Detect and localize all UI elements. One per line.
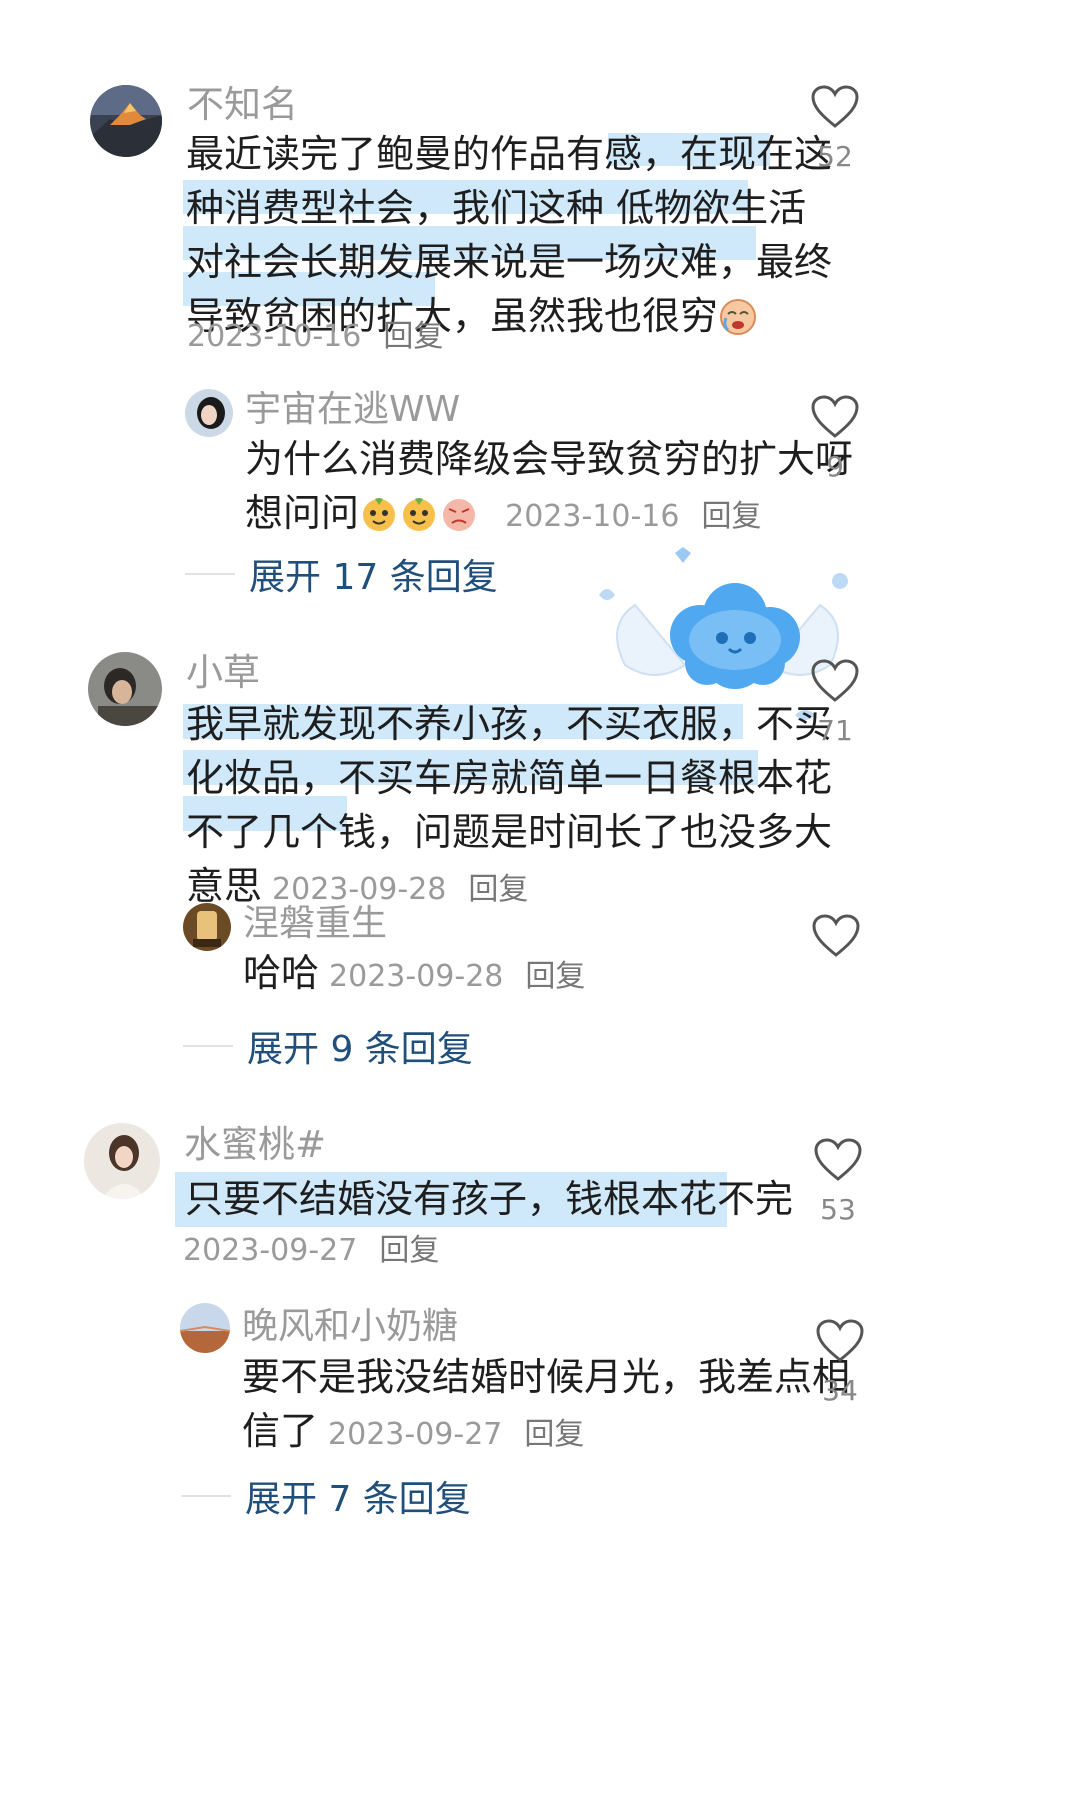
heart-icon	[812, 914, 860, 957]
like-button[interactable]: 71	[805, 658, 865, 747]
comment-meta: 2023-10-16 回复	[187, 322, 443, 352]
mountain-sunset-avatar	[90, 85, 162, 157]
avatar[interactable]	[183, 903, 231, 951]
reply-button[interactable]: 回复	[468, 872, 528, 907]
reply-button[interactable]: 回复	[524, 1417, 584, 1452]
heart-icon	[814, 1138, 862, 1181]
reply-username[interactable]: 晚风和小奶糖	[242, 1309, 458, 1345]
heart-icon	[816, 1319, 864, 1362]
comment-text: 最近读完了鲍曼的作品有感，在现在这 种消费型社会，我们这种 低物欲生活 对社会长…	[186, 132, 833, 338]
reply-username[interactable]: 宇宙在逃WW	[245, 392, 460, 428]
like-count: 71	[817, 714, 853, 747]
comment-username[interactable]: 不知名	[187, 86, 298, 123]
like-count: 53	[820, 1193, 856, 1226]
reply-text: 要不是我没结婚时候月光，我差点相 信了 2023-09-27 回复	[242, 1355, 851, 1453]
like-button[interactable]: 53	[808, 1137, 868, 1226]
comment-text: 只要不结婚没有孩子，钱根本花不完	[185, 1177, 794, 1221]
reply-date: 2023-09-27	[328, 1417, 503, 1452]
dog-emoji	[359, 493, 399, 533]
heart-icon	[811, 659, 859, 702]
person-photo-avatar	[88, 652, 162, 726]
reply-username[interactable]: 涅磐重生	[243, 906, 387, 942]
comment-meta: 2023-09-27 回复	[183, 1236, 439, 1266]
comment-date: 2023-10-16	[187, 319, 362, 354]
avatar[interactable]	[180, 1303, 230, 1353]
reply-button[interactable]: 回复	[701, 499, 761, 534]
divider	[183, 1045, 233, 1047]
expand-replies-link[interactable]: 展开 7 条回复	[181, 1470, 471, 1522]
comment-date: 2023-09-27	[183, 1233, 358, 1268]
angry-face-emoji	[439, 493, 479, 533]
comment-username[interactable]: 小草	[186, 654, 260, 691]
divider	[185, 573, 235, 575]
like-count: 34	[822, 1374, 858, 1407]
comment-date: 2023-09-28	[272, 872, 447, 907]
like-button[interactable]: 52	[805, 84, 865, 173]
comment-text: 我早就发现不养小孩，不买衣服，不买 化妆品，不买车房就简单一日餐根本花 不了几个…	[186, 702, 833, 908]
expand-replies-link[interactable]: 展开 17 条回复	[185, 548, 498, 600]
like-button[interactable]: 34	[810, 1318, 870, 1407]
reply-button[interactable]: 回复	[383, 319, 443, 354]
expand-replies-link[interactable]: 展开 9 条回复	[183, 1020, 473, 1072]
crying-face-emoji	[718, 296, 758, 336]
avatar[interactable]	[90, 85, 162, 157]
like-count: 52	[817, 140, 853, 173]
heart-icon	[811, 395, 859, 438]
reply-date: 2023-09-28	[329, 959, 504, 994]
divider	[181, 1495, 231, 1497]
avatar[interactable]	[88, 652, 162, 726]
like-button[interactable]: 9	[805, 394, 865, 483]
dog-emoji	[399, 493, 439, 533]
reply-button[interactable]: 回复	[525, 959, 585, 994]
woman-photo-avatar	[84, 1123, 160, 1199]
avatar[interactable]	[185, 389, 233, 437]
heart-icon	[811, 85, 859, 128]
reply-text: 哈哈 2023-09-28 回复	[243, 951, 586, 995]
reply-date: 2023-10-16	[505, 499, 680, 534]
reply-text: 为什么消费降级会导致贫穷的扩大呀 想问问 2023-10-16 回复	[245, 437, 854, 535]
avatar[interactable]	[84, 1123, 160, 1199]
like-button[interactable]	[806, 913, 866, 959]
reply-button[interactable]: 回复	[379, 1233, 439, 1268]
comment-username[interactable]: 水蜜桃#	[184, 1126, 326, 1163]
like-count: 9	[826, 450, 844, 483]
